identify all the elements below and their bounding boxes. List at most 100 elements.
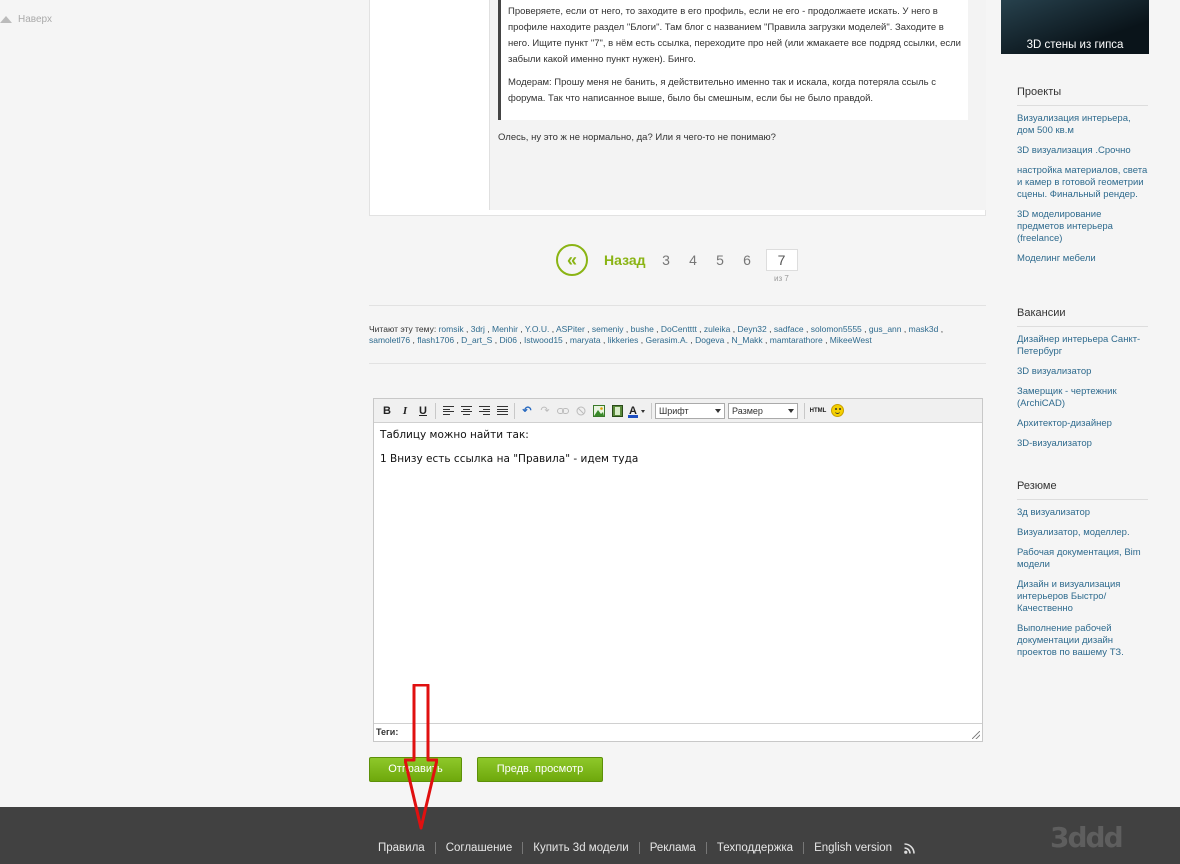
reader-link[interactable]: zuleika <box>704 324 730 334</box>
chevron-down-icon <box>788 408 794 413</box>
sidebar-link[interactable]: 3д визуализатор <box>1017 507 1148 519</box>
page-link[interactable]: 6 <box>741 252 754 268</box>
reader-link[interactable]: solomon5555 <box>811 324 862 334</box>
footer-link-ads[interactable]: Реклама <box>650 842 696 854</box>
smiley-button[interactable] <box>828 402 846 420</box>
reader-link[interactable]: bushe <box>631 324 654 334</box>
footer-separator <box>638 842 640 854</box>
arrow-up-icon <box>0 16 12 23</box>
back-arrow-icon[interactable]: « <box>556 244 588 276</box>
link-icon[interactable] <box>554 402 572 420</box>
quote-block: Проверяете, если от него, то заходите в … <box>498 0 968 120</box>
preview-button[interactable]: Предв. просмотр <box>477 757 603 782</box>
sidebar-link[interactable]: 3D визуализация .Срочно <box>1017 145 1148 157</box>
reader-link[interactable]: Y.O.U. <box>525 324 549 334</box>
align-left-icon[interactable] <box>439 402 457 420</box>
text-color-icon[interactable]: A <box>626 402 648 420</box>
reader-link[interactable]: Di06 <box>499 335 516 345</box>
current-page-input[interactable]: 7 <box>765 249 798 271</box>
image-icon[interactable] <box>590 402 608 420</box>
sidebar-link[interactable]: Замерщик - чертежник (ArchiCAD) <box>1017 386 1148 410</box>
reader-link[interactable]: gus_ann <box>869 324 902 334</box>
footer-separator <box>803 842 805 854</box>
reader-link[interactable]: D_art_S <box>461 335 492 345</box>
reader-link[interactable]: likkeries <box>608 335 639 345</box>
sidebar-banner[interactable]: 3D стены из гипса <box>1001 0 1149 54</box>
size-select-value: Размер <box>732 405 763 416</box>
pagination-back-link[interactable]: Назад <box>604 252 646 268</box>
underline-button[interactable]: U <box>414 402 432 420</box>
back-to-top-label: Наверх <box>18 14 52 25</box>
rss-icon[interactable] <box>904 842 915 854</box>
unlink-icon[interactable] <box>572 402 590 420</box>
reader-link[interactable]: romsik <box>439 324 464 334</box>
reader-link[interactable]: mamtarathore <box>770 335 823 345</box>
tags-label: Теги: <box>376 727 399 737</box>
footer-link-buy-models[interactable]: Купить 3d модели <box>533 842 628 854</box>
footer-link-support[interactable]: Техподдержка <box>717 842 793 854</box>
page-count: из 7 <box>774 274 789 283</box>
sidebar-link[interactable]: Визуализатор, моделлер. <box>1017 527 1148 539</box>
reader-link[interactable]: 3drj <box>471 324 485 334</box>
reader-link[interactable]: mask3d <box>909 324 939 334</box>
sidebar-link[interactable]: 3D-визуализатор <box>1017 438 1148 450</box>
reader-link[interactable]: Menhir <box>492 324 518 334</box>
back-to-top-link[interactable]: Наверх <box>0 14 52 25</box>
sidebar-link[interactable]: Архитектор-дизайнер <box>1017 418 1148 430</box>
footer-link-english[interactable]: English version <box>814 842 892 854</box>
reader-link[interactable]: N_Makk <box>732 335 763 345</box>
html-mode-button[interactable]: HTML <box>808 402 828 420</box>
reader-link[interactable]: samoletl76 <box>369 335 410 345</box>
reader-link[interactable]: flash1706 <box>417 335 454 345</box>
sidebar-link[interactable]: настройка материалов, света и камер в го… <box>1017 165 1148 201</box>
redo-icon[interactable]: ↷ <box>536 402 554 420</box>
footer-separator <box>705 842 707 854</box>
reader-link[interactable]: DoCentttt <box>661 324 697 334</box>
reader-link[interactable]: MikeeWest <box>830 335 872 345</box>
sidebar-link[interactable]: Визуализация интерьера, дом 500 кв.м <box>1017 113 1148 137</box>
video-icon[interactable] <box>608 402 626 420</box>
sidebar-link[interactable]: 3D визуализатор <box>1017 366 1148 378</box>
undo-icon[interactable]: ↶ <box>518 402 536 420</box>
footer-nav: Правила Соглашение Купить 3d модели Рекл… <box>378 842 915 854</box>
tags-field[interactable]: Теги: <box>374 723 982 741</box>
message-textarea[interactable]: Таблицу можно найти так: 1 Внизу есть сс… <box>374 423 982 721</box>
site-logo[interactable]: 3ddd <box>1050 821 1124 854</box>
page-link[interactable]: 5 <box>714 252 727 268</box>
reader-link[interactable]: Istwood15 <box>524 335 563 345</box>
sidebar-section-resumes: Резюме 3д визуализатор Визуализатор, мод… <box>1017 480 1148 667</box>
pagination: « Назад 3 4 5 6 7 <box>556 244 798 276</box>
footer-link-agreement[interactable]: Соглашение <box>446 842 513 854</box>
reader-link[interactable]: maryata <box>570 335 601 345</box>
align-center-icon[interactable] <box>457 402 475 420</box>
font-select[interactable]: Шрифт <box>655 402 725 419</box>
reader-link[interactable]: Dogeva <box>695 335 724 345</box>
reader-link[interactable]: Deyn32 <box>737 324 766 334</box>
size-select[interactable]: Размер <box>728 402 798 419</box>
post-body: Проверяете, если от него, то заходите в … <box>489 0 986 210</box>
reader-link[interactable]: semeniy <box>592 324 624 334</box>
toolbar-separator <box>804 402 805 419</box>
sidebar-link[interactable]: Дизайн и визуализация интерьеров Быстро/… <box>1017 579 1148 615</box>
reader-link[interactable]: Gerasim.A. <box>645 335 688 345</box>
page-link[interactable]: 3 <box>660 252 673 268</box>
sidebar-link[interactable]: Выполнение рабочей документации дизайн п… <box>1017 623 1148 659</box>
reader-link[interactable]: sadface <box>774 324 804 334</box>
reader-link[interactable]: ASPiter <box>556 324 585 334</box>
editor-toolbar: B I U ↶ ↷ A Шрифт Размер HTML <box>374 399 982 423</box>
footer-link-rules[interactable]: Правила <box>378 842 425 854</box>
sidebar-link[interactable]: Рабочая документация, Bim модели <box>1017 547 1148 571</box>
sidebar-link[interactable]: 3D моделирование предметов интерьера (fr… <box>1017 209 1148 245</box>
bold-button[interactable]: B <box>378 402 396 420</box>
banner-caption: 3D стены из гипса <box>1026 39 1124 51</box>
italic-button[interactable]: I <box>396 402 414 420</box>
section-title: Резюме <box>1017 480 1148 500</box>
sidebar-link[interactable]: Дизайнер интерьера Санкт-Петербург <box>1017 334 1148 358</box>
align-right-icon[interactable] <box>475 402 493 420</box>
sidebar-section-projects: Проекты Визуализация интерьера, дом 500 … <box>1017 86 1148 273</box>
resize-handle-icon[interactable] <box>972 731 980 739</box>
align-justify-icon[interactable] <box>493 402 511 420</box>
quote-paragraph: Модерам: Прошу меня не банить, я действи… <box>508 77 937 104</box>
sidebar-link[interactable]: Моделинг мебели <box>1017 253 1148 265</box>
page-link[interactable]: 4 <box>687 252 700 268</box>
